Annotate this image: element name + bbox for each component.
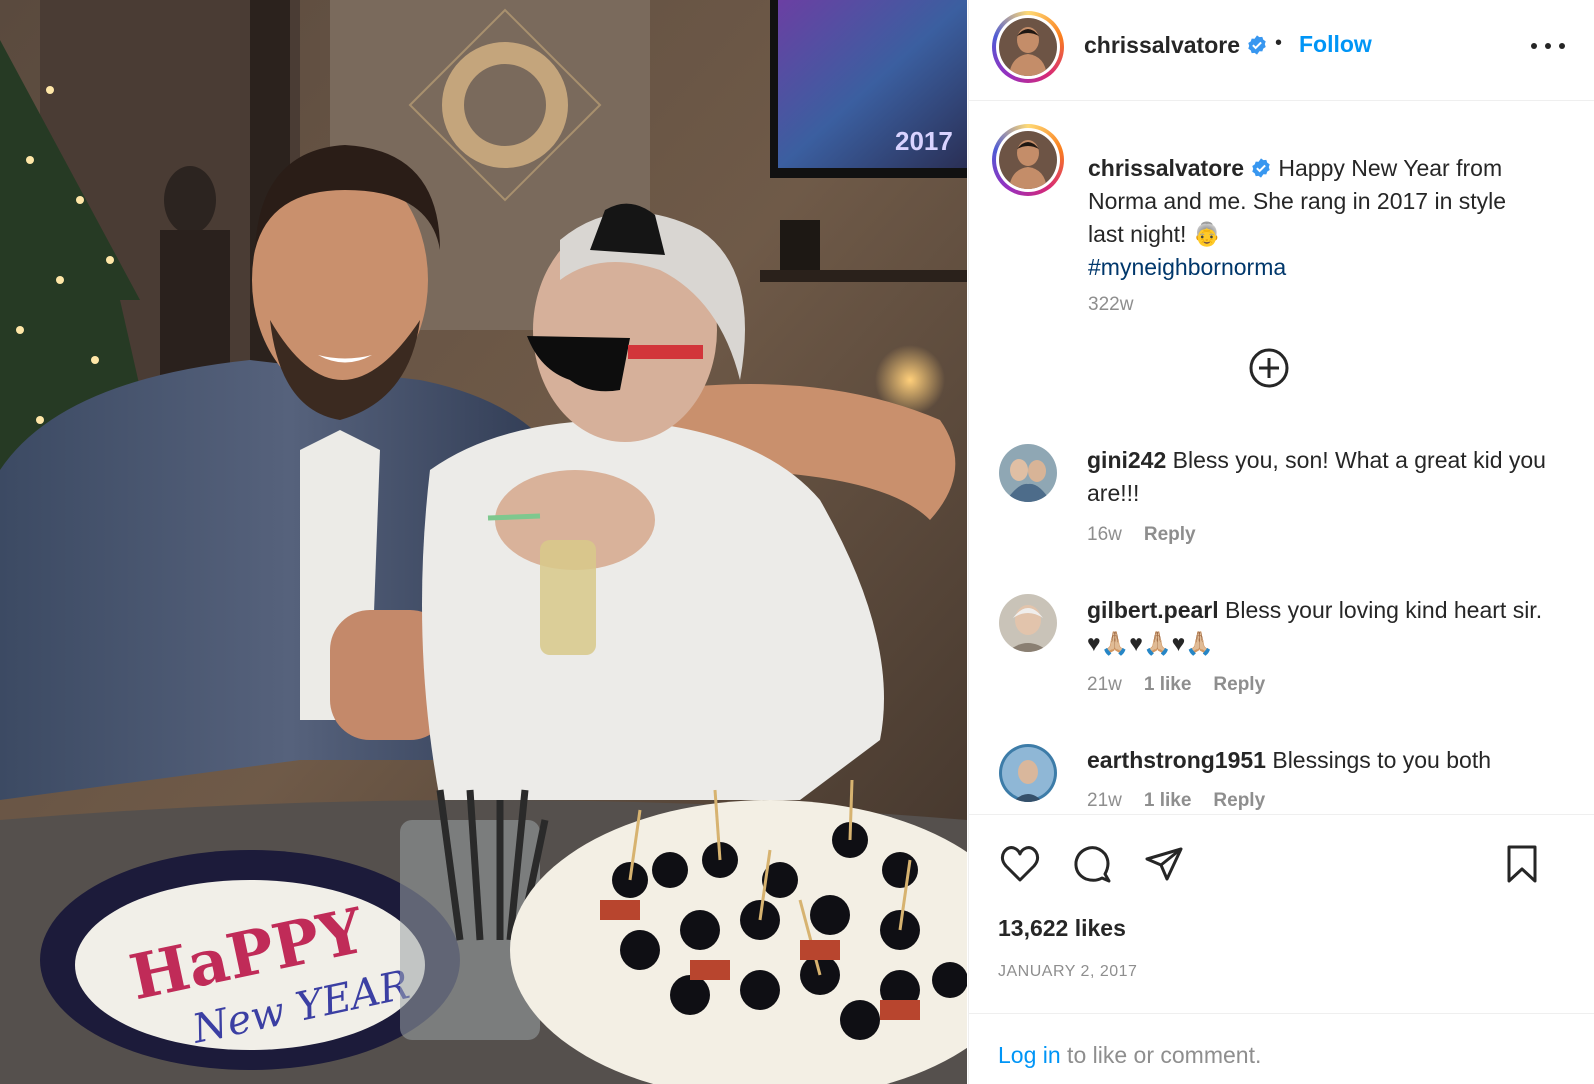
comment-meta: 21w 1 like Reply (1087, 790, 1265, 812)
caption-avatar[interactable] (992, 124, 1064, 196)
login-prompt-rest: to like or comment. (1060, 1042, 1262, 1068)
verified-badge-icon (1248, 35, 1266, 55)
comment-username[interactable]: earthstrong1951 (1087, 747, 1266, 773)
heart-icon[interactable] (997, 841, 1043, 887)
post-photo[interactable]: 2017 HaPPY New YEAR (0, 0, 967, 1084)
author-username[interactable]: chrissalvatore (1084, 32, 1268, 59)
comment-text: Blessings to you both (1272, 747, 1491, 773)
comment-username[interactable]: gini242 (1087, 447, 1166, 473)
author-avatar-photo (999, 18, 1057, 76)
comments-section[interactable]: chrissalvatore Happy New Year from Norma… (969, 102, 1594, 814)
bookmark-icon[interactable] (1499, 841, 1545, 887)
follow-button[interactable]: Follow (1299, 31, 1372, 58)
post-date[interactable]: JANUARY 2, 2017 (998, 963, 1137, 981)
login-prompt-text: Log in to like or comment. (998, 1042, 1261, 1069)
tv-text: 2017 (895, 126, 953, 156)
comment-body: gini242 Bless you, son! What a great kid… (1087, 444, 1557, 510)
more-options-icon[interactable] (1531, 36, 1565, 56)
post-actions: 13,622 likes JANUARY 2, 2017 Log in to l… (969, 814, 1594, 1084)
login-prompt: Log in to like or comment. (969, 1013, 1594, 1084)
caption-avatar-photo (999, 131, 1057, 189)
comment-likes[interactable]: 1 like (1144, 674, 1192, 696)
author-username-text[interactable]: chrissalvatore (1084, 32, 1240, 58)
reply-button[interactable]: Reply (1213, 674, 1265, 696)
author-avatar[interactable] (992, 11, 1064, 83)
caption-hashtag[interactable]: #myneighbornorma (1088, 254, 1286, 280)
comment-body: gilbert.pearl Bless your loving kind hea… (1087, 594, 1557, 660)
likes-count[interactable]: 13,622 likes (998, 915, 1126, 942)
caption-username[interactable]: chrissalvatore (1088, 155, 1244, 181)
reply-button[interactable]: Reply (1213, 790, 1265, 812)
comment-username[interactable]: gilbert.pearl (1087, 597, 1219, 623)
comment-meta: 21w 1 like Reply (1087, 674, 1265, 696)
add-comment-icon[interactable] (1247, 346, 1291, 390)
caption-text-block: chrissalvatore Happy New Year from Norma… (1088, 152, 1528, 284)
comment-likes[interactable]: 1 like (1144, 790, 1192, 812)
share-icon[interactable] (1141, 841, 1187, 887)
comment-time[interactable]: 21w (1087, 790, 1122, 812)
comment-icon[interactable] (1069, 841, 1115, 887)
comment-body: earthstrong1951 Blessings to you both (1087, 744, 1557, 777)
verified-badge-icon (1252, 158, 1270, 178)
comment-meta: 16w Reply (1087, 524, 1196, 546)
post-sidebar: chrissalvatore • Follow chrissalvatore H… (968, 0, 1594, 1084)
commenter-avatar[interactable] (999, 594, 1057, 652)
comment-time[interactable]: 21w (1087, 674, 1122, 696)
comment-time[interactable]: 16w (1087, 524, 1122, 546)
commenter-avatar[interactable] (999, 744, 1057, 802)
post-photo-illustration: 2017 HaPPY New YEAR (0, 0, 967, 1084)
post-header: chrissalvatore • Follow (969, 0, 1594, 101)
login-link[interactable]: Log in (998, 1042, 1061, 1068)
separator-dot: • (1275, 32, 1283, 54)
reply-button[interactable]: Reply (1144, 524, 1196, 546)
caption-timestamp[interactable]: 322w (1088, 294, 1133, 316)
commenter-avatar[interactable] (999, 444, 1057, 502)
